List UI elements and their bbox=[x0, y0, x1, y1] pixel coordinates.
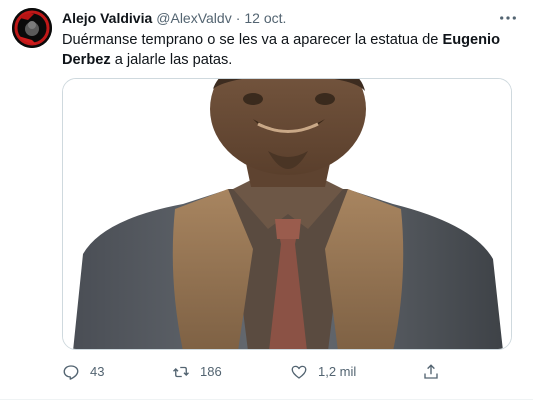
tweet-media[interactable] bbox=[62, 78, 512, 350]
retweet-icon bbox=[173, 366, 189, 378]
tweet-actions: 43 186 1,2 mil bbox=[62, 362, 462, 382]
tweet-text: Duérmanse temprano o se les va a aparece… bbox=[62, 30, 512, 70]
author-display-name[interactable]: Alejo Valdivia bbox=[62, 9, 152, 27]
avatar-image bbox=[12, 8, 52, 48]
reply-icon bbox=[63, 365, 79, 380]
author-handle[interactable]: @AlexValdv bbox=[156, 9, 231, 27]
like-count: 1,2 mil bbox=[318, 364, 357, 379]
share-icon bbox=[424, 364, 438, 379]
more-dots-icon[interactable] bbox=[497, 7, 519, 29]
retweet-count: 186 bbox=[200, 364, 222, 379]
share-button[interactable] bbox=[422, 362, 450, 382]
reply-count: 43 bbox=[90, 364, 105, 379]
tweet[interactable]: Alejo Valdivia @AlexValdv · 12 oct. Duér… bbox=[0, 0, 533, 400]
tweet-header: Alejo Valdivia @AlexValdv · 12 oct. bbox=[62, 9, 519, 27]
tweet-text-part2: a jalarle las patas. bbox=[110, 52, 233, 68]
retweet-button[interactable]: 186 bbox=[172, 362, 222, 382]
reply-button[interactable]: 43 bbox=[62, 362, 104, 382]
like-button[interactable]: 1,2 mil bbox=[290, 362, 356, 382]
header-separator: · bbox=[235, 10, 241, 26]
heart-icon bbox=[291, 365, 307, 379]
bronze-statue-photo bbox=[63, 79, 511, 349]
tweet-timestamp[interactable]: 12 oct. bbox=[244, 9, 286, 27]
tweet-text-part1: Duérmanse temprano o se les va a aparece… bbox=[62, 32, 443, 48]
avatar[interactable] bbox=[12, 8, 52, 48]
